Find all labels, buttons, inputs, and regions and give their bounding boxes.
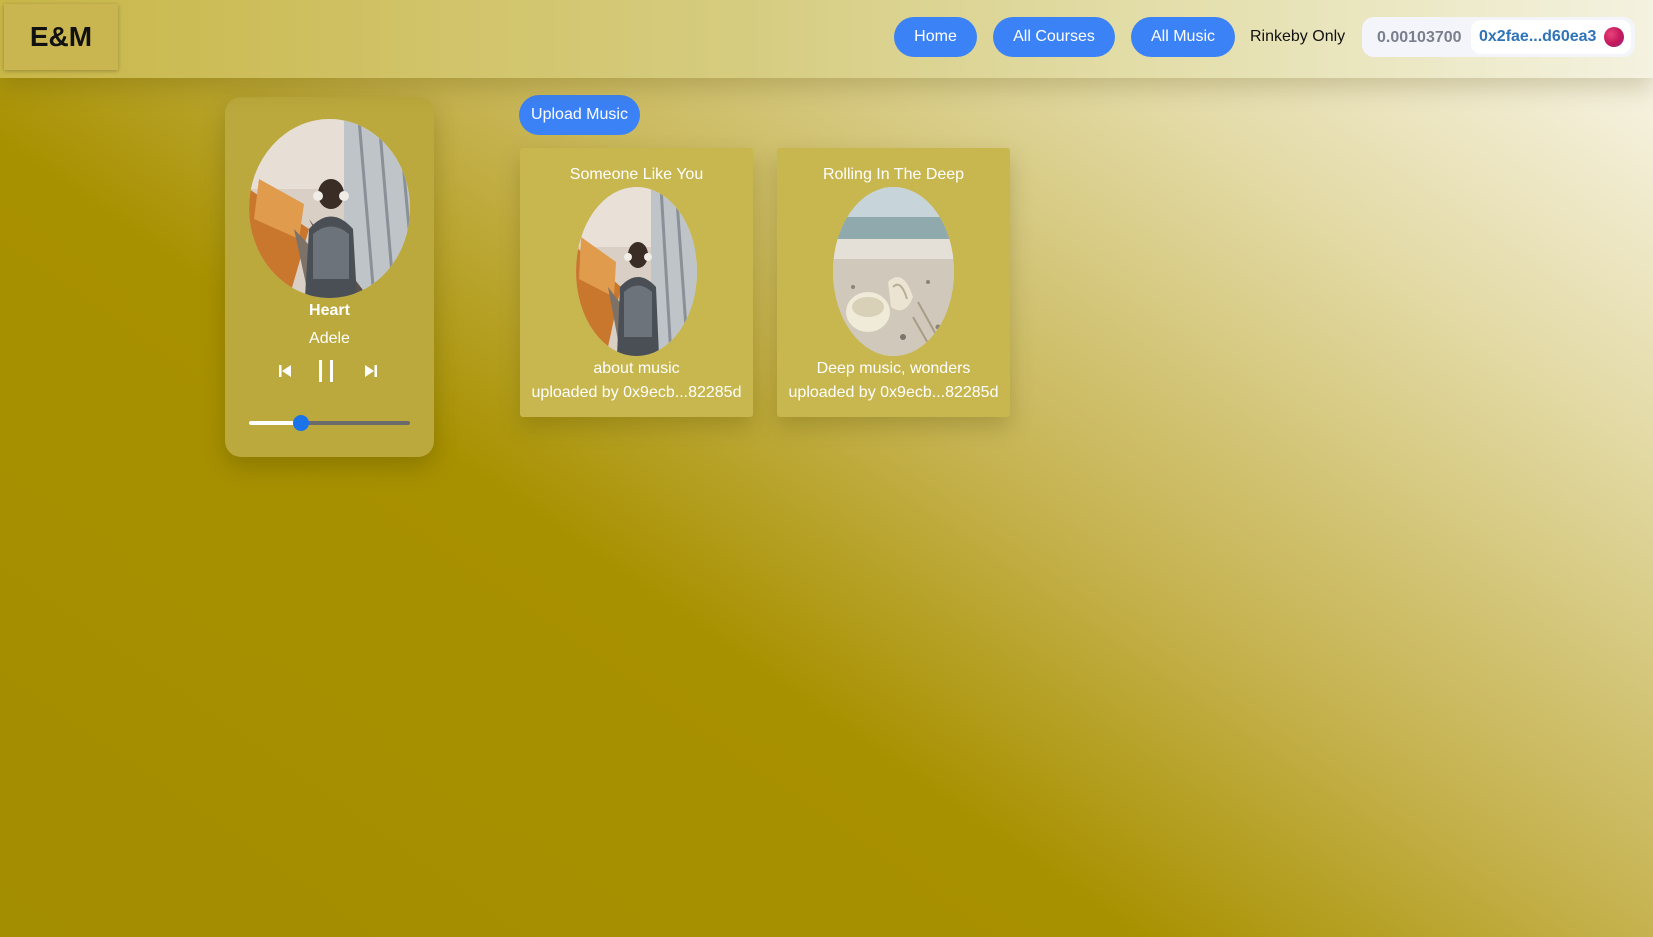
beach-shells-image	[833, 187, 954, 356]
track-uploader: uploaded by 0x9ecb...82285d	[788, 384, 999, 401]
city-bridge-listener-image	[576, 187, 697, 356]
nav-all-music-button[interactable]: All Music	[1131, 17, 1235, 57]
top-navbar: E&M Home All Courses All Music Rinkeby O…	[0, 0, 1653, 78]
now-playing-artwork	[249, 119, 410, 298]
track-description: about music	[593, 360, 680, 377]
track-card[interactable]: Rolling In The Deep Deep music, wonders …	[777, 148, 1010, 417]
wallet-widget[interactable]: 0.00103700 0x2fae...d60ea3	[1362, 17, 1635, 57]
wallet-balance: 0.00103700	[1377, 29, 1462, 46]
brand-logo[interactable]: E&M	[4, 4, 118, 70]
slider-thumb[interactable]	[292, 415, 309, 431]
track-uploader: uploaded by 0x9ecb...82285d	[531, 384, 742, 401]
nav-home-button[interactable]: Home	[894, 17, 977, 57]
skip-next-icon[interactable]	[363, 363, 379, 379]
now-playing-title: Heart	[309, 302, 350, 319]
account-button[interactable]: 0x2fae...d60ea3	[1471, 20, 1631, 54]
music-player: Heart Adele	[225, 97, 434, 457]
account-avatar-icon	[1604, 27, 1624, 47]
upload-music-button[interactable]: Upload Music	[519, 95, 640, 135]
track-title: Rolling In The Deep	[822, 166, 965, 183]
account-address: 0x2fae...d60ea3	[1479, 28, 1597, 45]
track-description: Deep music, wonders	[816, 360, 971, 377]
nav-all-courses-button[interactable]: All Courses	[993, 17, 1115, 57]
skip-previous-icon[interactable]	[277, 363, 293, 379]
network-note: Rinkeby Only	[1250, 28, 1346, 45]
pause-icon[interactable]	[316, 359, 336, 383]
playback-progress-slider[interactable]	[249, 415, 410, 431]
track-title: Someone Like You	[569, 166, 704, 183]
now-playing-artist: Adele	[309, 330, 350, 347]
track-card[interactable]: Someone Like You about music uploaded by…	[520, 148, 753, 417]
